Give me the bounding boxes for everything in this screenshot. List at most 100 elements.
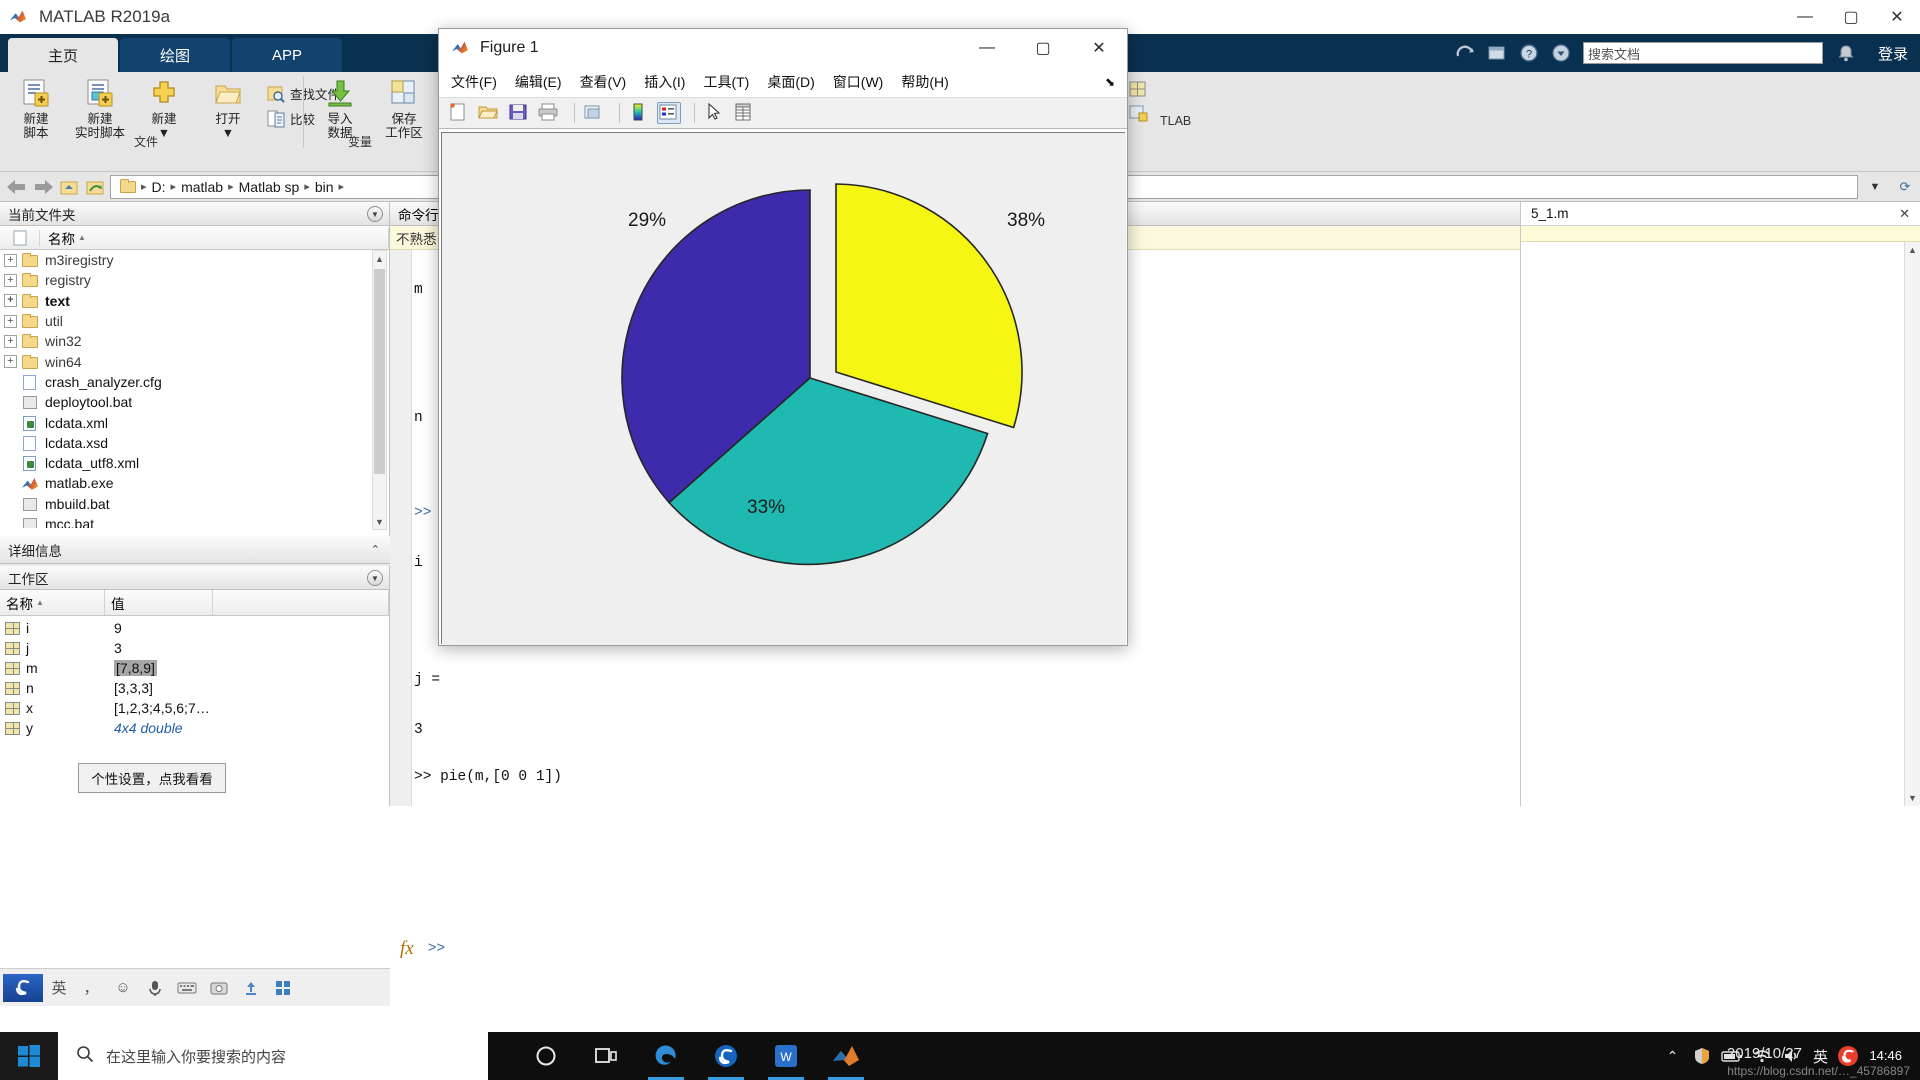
expand-icon[interactable]: + bbox=[4, 314, 17, 328]
scroll-up-button[interactable]: ▲ bbox=[373, 251, 386, 266]
redo-icon[interactable] bbox=[1454, 43, 1476, 63]
new-live-script-button[interactable]: 新建 实时脚本 bbox=[68, 74, 132, 140]
up-folder-icon[interactable] bbox=[58, 177, 80, 197]
workspace-options-button[interactable]: ▼ bbox=[367, 570, 383, 586]
workspace-col-name[interactable]: 名称 ▲ bbox=[0, 590, 105, 615]
scroll-up-button[interactable]: ▲ bbox=[1905, 242, 1920, 258]
open-button[interactable]: 打开 ▼ bbox=[196, 74, 260, 140]
breadcrumb-2[interactable]: Matlab sp bbox=[239, 179, 300, 195]
help-icon[interactable]: ? bbox=[1518, 43, 1540, 63]
search-input[interactable]: 搜索文档 bbox=[1582, 42, 1823, 64]
apps-icon[interactable] bbox=[271, 976, 295, 1000]
breadcrumb-3[interactable]: bin bbox=[315, 179, 334, 195]
import-data-button[interactable]: 导入 数据 bbox=[308, 74, 372, 140]
menu-tools[interactable]: 工具(T) bbox=[703, 72, 749, 92]
pie-chart[interactable]: 29% 33% 38% bbox=[442, 133, 1126, 645]
scroll-thumb[interactable] bbox=[374, 269, 385, 474]
tab-plots[interactable]: 绘图 bbox=[120, 38, 230, 72]
expand-icon[interactable]: + bbox=[4, 334, 17, 348]
expand-icon[interactable]: + bbox=[4, 253, 17, 267]
open-figure-icon[interactable] bbox=[477, 102, 501, 124]
list-item[interactable]: lcdata.xsd bbox=[0, 433, 389, 453]
table-row[interactable]: m [7,8,9] bbox=[0, 658, 389, 678]
minimize-button[interactable]: — bbox=[1782, 0, 1828, 34]
current-folder-options-button[interactable]: ▼ bbox=[367, 206, 383, 222]
shield-icon[interactable] bbox=[1687, 1032, 1717, 1080]
breadcrumb-0[interactable]: D: bbox=[152, 179, 166, 195]
chevron-down-icon[interactable]: ▼ bbox=[1870, 181, 1881, 193]
list-item[interactable]: matlab.exe bbox=[0, 473, 389, 493]
table-row[interactable]: j3 bbox=[0, 638, 389, 658]
sogou-icon[interactable] bbox=[696, 1032, 756, 1080]
list-item[interactable]: crash_analyzer.cfg bbox=[0, 372, 389, 392]
column-name-header[interactable]: 名称 ▲ bbox=[40, 227, 389, 248]
colorbar-icon[interactable] bbox=[627, 102, 651, 124]
menu-window[interactable]: 窗口(W) bbox=[833, 72, 884, 92]
current-folder-scrollbar[interactable]: ▲ ▼ bbox=[372, 250, 387, 530]
save-workspace-button[interactable]: 保存 工作区 bbox=[372, 74, 436, 140]
expand-icon[interactable]: + bbox=[4, 273, 17, 287]
matlab-icon[interactable] bbox=[816, 1032, 876, 1080]
menu-edit[interactable]: 编辑(E) bbox=[515, 72, 562, 92]
login-button[interactable]: 登录 bbox=[1878, 43, 1908, 64]
chevron-up-icon[interactable]: ⌃ bbox=[371, 543, 380, 556]
list-item[interactable]: lcdata_utf8.xml bbox=[0, 453, 389, 473]
maximize-button[interactable]: ▢ bbox=[1828, 0, 1874, 34]
figure-minimize-button[interactable]: — bbox=[959, 29, 1015, 67]
taskbar-clock[interactable]: 14:46 bbox=[1869, 1048, 1902, 1064]
keyboard-icon[interactable] bbox=[175, 976, 199, 1000]
browse-folder-icon[interactable] bbox=[84, 177, 106, 197]
figure-close-button[interactable]: ✕ bbox=[1071, 29, 1127, 67]
ribbon-misc-icon-1[interactable] bbox=[1128, 80, 1152, 98]
list-item[interactable]: lcdata.xml bbox=[0, 412, 389, 432]
new-script-button[interactable]: 新建 脚本 bbox=[4, 74, 68, 140]
workspace-col-extra[interactable] bbox=[213, 590, 389, 615]
list-item[interactable]: deploytool.bat bbox=[0, 392, 389, 412]
new-button[interactable]: 新建 ▼ bbox=[132, 74, 196, 140]
new-figure-icon[interactable] bbox=[447, 102, 471, 124]
list-item[interactable]: + win32 bbox=[0, 331, 389, 351]
expand-icon[interactable]: + bbox=[4, 355, 17, 369]
command-prompt-row[interactable]: fx >> bbox=[390, 930, 1520, 968]
link-plot-icon[interactable] bbox=[582, 102, 606, 124]
editor-scrollbar[interactable]: ▲ ▼ bbox=[1904, 242, 1920, 806]
expand-icon[interactable]: + bbox=[4, 294, 17, 308]
tab-apps[interactable]: APP bbox=[232, 38, 342, 72]
list-item[interactable]: + util bbox=[0, 311, 389, 331]
menu-file[interactable]: 文件(F) bbox=[451, 72, 497, 92]
windows-start-icon[interactable] bbox=[0, 1032, 58, 1080]
scroll-down-button[interactable]: ▼ bbox=[373, 514, 386, 529]
close-button[interactable]: ✕ bbox=[1874, 0, 1920, 34]
smiley-icon[interactable]: ☺ bbox=[111, 976, 135, 1000]
list-item[interactable]: + m3iregistry bbox=[0, 250, 389, 270]
list-item[interactable]: mcc.bat bbox=[0, 514, 389, 528]
sogou-logo[interactable] bbox=[3, 973, 43, 1002]
refresh-icon[interactable]: ⟳ bbox=[1900, 179, 1911, 195]
new-dropdown-caret[interactable]: ▼ bbox=[158, 126, 170, 140]
table-row[interactable]: n [3,3,3] bbox=[0, 678, 389, 698]
bell-icon[interactable] bbox=[1835, 43, 1857, 63]
current-folder-list[interactable]: + m3iregistry + registry + text + util + win3… bbox=[0, 250, 389, 528]
figure-canvas[interactable]: 29% 33% 38% bbox=[441, 132, 1126, 645]
menu-desktop[interactable]: 桌面(D) bbox=[767, 72, 814, 92]
menu-view[interactable]: 查看(V) bbox=[580, 72, 627, 92]
fx-icon[interactable]: fx bbox=[400, 938, 414, 960]
layout-icon[interactable] bbox=[1486, 43, 1508, 63]
list-item[interactable]: + registry bbox=[0, 270, 389, 290]
list-item[interactable]: + win64 bbox=[0, 351, 389, 371]
save-figure-icon[interactable] bbox=[507, 102, 531, 124]
menu-insert[interactable]: 插入(I) bbox=[644, 72, 685, 92]
tab-home[interactable]: 主页 bbox=[8, 38, 118, 72]
edge-icon[interactable] bbox=[636, 1032, 696, 1080]
legend-icon[interactable] bbox=[657, 102, 681, 124]
upload-icon[interactable] bbox=[239, 976, 263, 1000]
dropdown-icon[interactable] bbox=[1550, 43, 1572, 63]
cortana-icon[interactable] bbox=[516, 1032, 576, 1080]
mic-icon[interactable] bbox=[143, 976, 167, 1000]
details-header[interactable]: 详细信息 ⌃ bbox=[0, 536, 390, 564]
list-item[interactable]: mbuild.bat bbox=[0, 494, 389, 514]
menu-help[interactable]: 帮助(H) bbox=[901, 72, 948, 92]
table-row[interactable]: x [1,2,3;4,5,6;7… bbox=[0, 698, 389, 718]
forward-arrow-icon[interactable] bbox=[32, 175, 56, 199]
table-row[interactable]: y 4x4 double bbox=[0, 718, 389, 738]
